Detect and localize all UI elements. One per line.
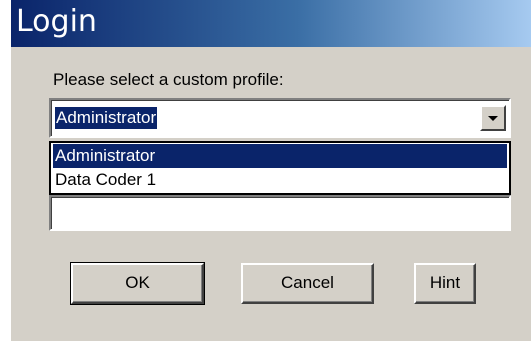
cancel-button[interactable]: Cancel <box>241 263 374 304</box>
window-title: Login <box>16 4 97 39</box>
profile-dropdown-list: Administrator Data Coder 1 <box>49 141 511 195</box>
profile-option-administrator[interactable]: Administrator <box>53 144 507 168</box>
profile-option-data-coder-1[interactable]: Data Coder 1 <box>53 168 507 192</box>
login-dialog: Login Please select a custom profile: Ad… <box>11 0 531 341</box>
profile-selected-value: Administrator <box>53 106 159 130</box>
ok-button-label: OK <box>125 273 150 292</box>
profile-combobox[interactable]: Administrator <box>49 98 511 138</box>
hint-button-label: Hint <box>429 273 461 292</box>
cancel-button-label: Cancel <box>281 273 334 292</box>
dropdown-button[interactable] <box>480 105 506 131</box>
ok-button[interactable]: OK <box>70 262 205 305</box>
title-bar[interactable]: Login <box>11 0 531 47</box>
hint-button[interactable]: Hint <box>414 263 476 304</box>
password-field[interactable] <box>49 195 511 231</box>
chevron-down-icon <box>488 116 498 121</box>
profile-prompt-label: Please select a custom profile: <box>53 70 284 89</box>
